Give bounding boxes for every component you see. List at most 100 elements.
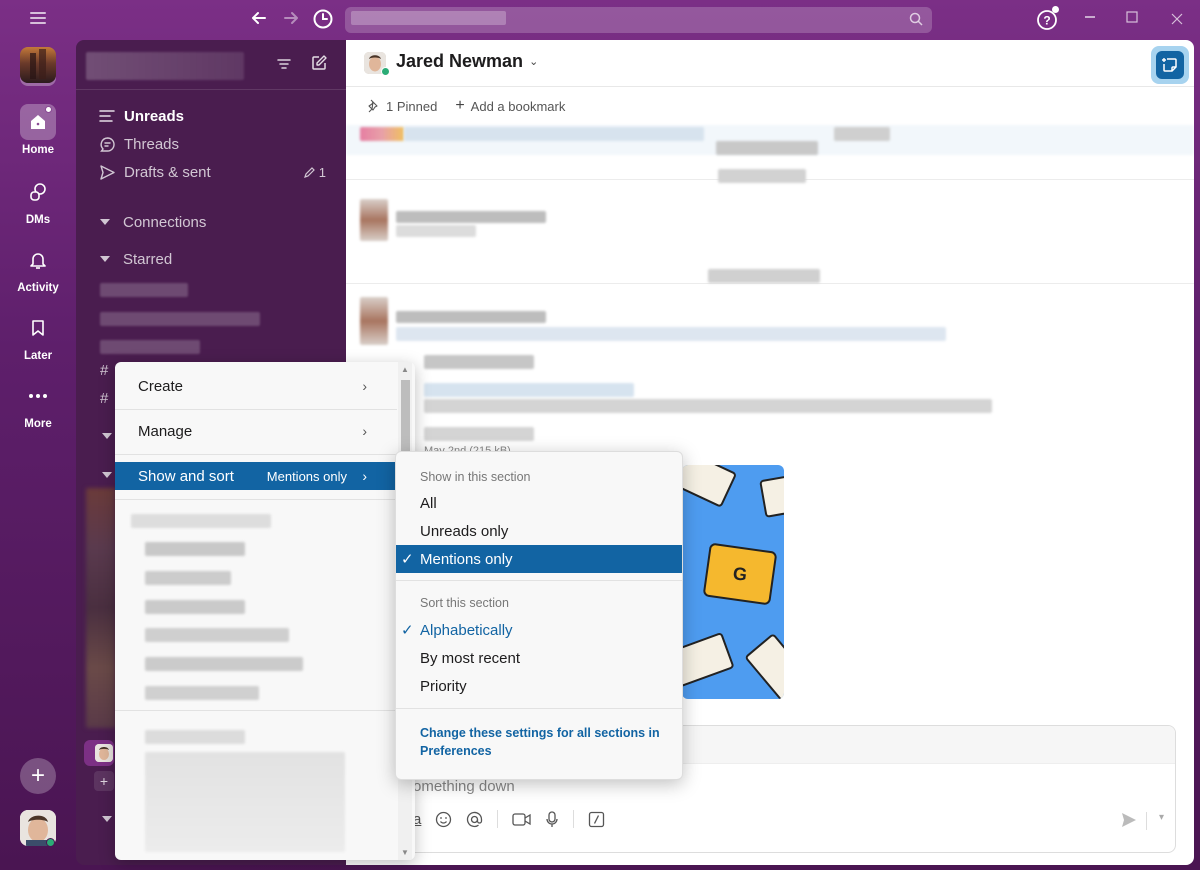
- menu-item-create[interactable]: Create ›: [115, 364, 397, 408]
- option-mentions-only[interactable]: ✓ Mentions only: [396, 545, 682, 573]
- rail-item-activity[interactable]: Activity: [0, 242, 76, 294]
- menu-item-redacted[interactable]: [145, 657, 303, 671]
- minimize-icon: [1085, 16, 1095, 18]
- menu-item-redacted[interactable]: [145, 571, 231, 585]
- text-redacted: [396, 327, 946, 341]
- workspace-icon[interactable]: [20, 47, 56, 83]
- pin-icon: [368, 99, 378, 113]
- filter-icon[interactable]: [276, 56, 292, 72]
- text-redacted: [424, 355, 534, 369]
- image-attachment[interactable]: G: [682, 465, 784, 699]
- text-redacted: [396, 225, 476, 237]
- close-button[interactable]: [1165, 8, 1189, 32]
- history-button[interactable]: [311, 8, 335, 32]
- pencil-icon: [303, 166, 315, 178]
- scroll-up-icon[interactable]: ▲: [401, 365, 409, 374]
- menu-icon[interactable]: [30, 12, 46, 26]
- date-redacted: [708, 269, 820, 283]
- option-by-most-recent[interactable]: By most recent: [396, 644, 682, 672]
- scroll-down-icon[interactable]: ▼: [401, 848, 409, 857]
- checkmark-icon: ✓: [401, 551, 414, 568]
- sidebar-item-drafts[interactable]: Drafts & sent 1: [76, 158, 346, 186]
- menu-item-redacted[interactable]: [145, 600, 245, 614]
- submenu-divider: [396, 580, 682, 581]
- pinned-label: 1 Pinned: [386, 98, 438, 114]
- menu-item-redacted[interactable]: [131, 514, 271, 528]
- menu-item-redacted[interactable]: [145, 628, 289, 642]
- workspace-name-redacted[interactable]: [86, 52, 244, 80]
- option-unreads-only[interactable]: Unreads only: [396, 517, 682, 545]
- microphone-icon[interactable]: [545, 810, 559, 828]
- section-starred[interactable]: Starred: [76, 245, 346, 273]
- caret-down-icon[interactable]: [102, 433, 112, 439]
- text-redacted: [424, 399, 992, 413]
- dm-avatars-redacted: [86, 488, 116, 728]
- section-context-menu: Create › Manage › Show and sort Mentions…: [115, 362, 415, 860]
- unread-dot: [45, 106, 52, 113]
- rail-item-dms[interactable]: DMs: [0, 174, 76, 226]
- pinned-button[interactable]: 1 Pinned: [366, 99, 437, 114]
- menu-item-redacted[interactable]: [145, 686, 259, 700]
- channel-redacted[interactable]: [100, 340, 200, 354]
- minimize-button[interactable]: [1078, 8, 1102, 32]
- search-input[interactable]: [345, 7, 932, 33]
- key-card-graphic: G: [702, 542, 778, 606]
- menu-item-show-and-sort[interactable]: Show and sort Mentions only ›: [115, 462, 397, 490]
- menu-item-redacted[interactable]: [145, 542, 245, 556]
- menu-item-manage[interactable]: Manage ›: [115, 409, 397, 453]
- canvas-button[interactable]: [1151, 46, 1189, 84]
- video-icon[interactable]: [512, 812, 531, 827]
- shortcut-icon[interactable]: [588, 811, 605, 828]
- rail-item-home[interactable]: Home: [0, 104, 76, 156]
- rail-label: Later: [23, 350, 53, 362]
- text-redacted: [404, 127, 704, 141]
- text-redacted: [834, 127, 890, 141]
- avatar-redacted: [360, 199, 388, 241]
- menu-items-redacted[interactable]: [145, 752, 345, 852]
- forward-button[interactable]: [279, 8, 303, 32]
- option-all[interactable]: All: [396, 489, 682, 517]
- date-divider: [346, 283, 1194, 284]
- emoji-icon[interactable]: [435, 811, 452, 828]
- caret-down-icon[interactable]: [102, 816, 112, 822]
- avatar-redacted: [360, 297, 388, 345]
- emoji-redacted: [360, 127, 404, 141]
- channel-redacted[interactable]: [100, 283, 188, 297]
- bookmark-icon-wrap: [20, 310, 56, 346]
- option-priority[interactable]: Priority: [396, 672, 682, 700]
- channel-redacted[interactable]: [100, 312, 260, 326]
- maximize-button[interactable]: [1120, 8, 1144, 32]
- mention-icon[interactable]: [466, 811, 483, 828]
- scroll-thumb[interactable]: [401, 380, 410, 455]
- add-workspace-button[interactable]: +: [20, 758, 56, 794]
- section-connections[interactable]: Connections: [76, 208, 346, 236]
- channel-title-button[interactable]: Jared Newman ⌄: [396, 51, 538, 72]
- send-icon[interactable]: [1121, 812, 1137, 828]
- title-bar: ?: [0, 0, 1200, 40]
- back-button[interactable]: [247, 8, 271, 32]
- add-bookmark-button[interactable]: + Add a bookmark: [455, 97, 565, 115]
- option-alphabetically[interactable]: ✓ Alphabetically: [396, 616, 682, 644]
- compose-icon[interactable]: [310, 54, 328, 72]
- checkmark-icon: ✓: [401, 622, 414, 639]
- envelope-graphic: [682, 631, 735, 689]
- bell-icon: [30, 253, 46, 269]
- menu-item-value: Mentions only: [266, 468, 347, 484]
- add-channel-button[interactable]: +: [94, 771, 114, 791]
- rail-item-later[interactable]: Later: [0, 310, 76, 362]
- caret-down-icon[interactable]: [102, 472, 112, 478]
- svg-text:?: ?: [1043, 14, 1050, 28]
- bookmark-icon: [32, 320, 44, 336]
- send-options-chevron-icon[interactable]: ▾: [1159, 812, 1164, 823]
- menu-item-redacted[interactable]: [145, 730, 245, 744]
- sidebar-item-threads[interactable]: Threads: [76, 130, 346, 158]
- key-letter: G: [731, 562, 749, 585]
- chevron-down-icon: ⌄: [529, 56, 539, 68]
- section-label: Starred: [123, 250, 173, 268]
- rail-item-more[interactable]: More: [0, 378, 76, 430]
- sender-redacted: [396, 311, 546, 323]
- sidebar-item-unreads[interactable]: Unreads: [76, 102, 346, 130]
- link-redacted: [424, 383, 634, 397]
- preferences-link[interactable]: Change these settings for all sections i…: [420, 724, 670, 760]
- rail-label: DMs: [25, 214, 51, 226]
